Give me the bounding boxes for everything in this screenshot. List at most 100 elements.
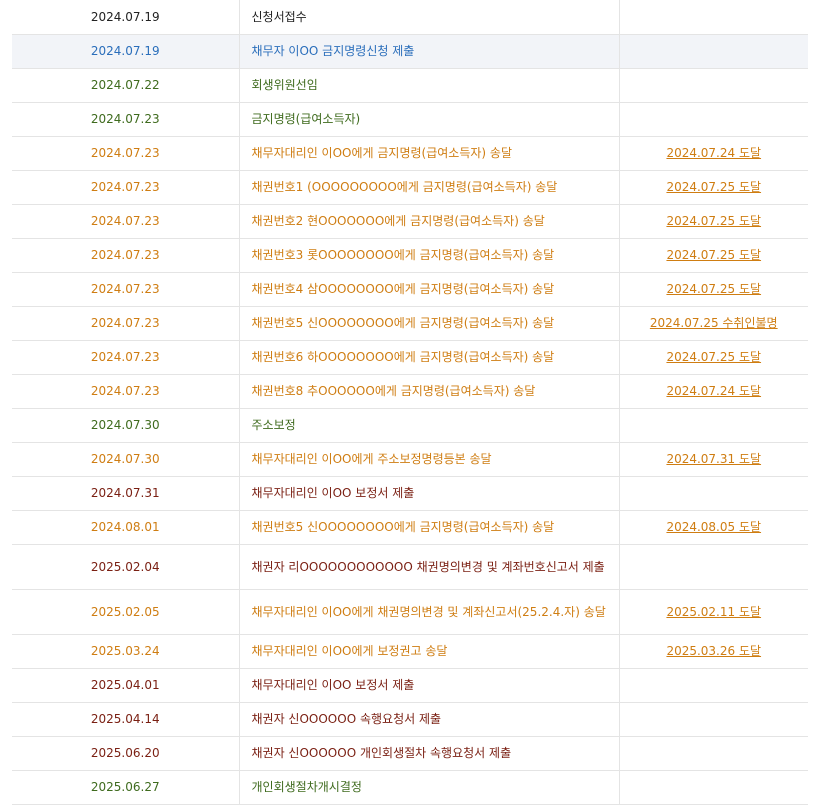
row-date: 2024.07.23 xyxy=(12,169,240,205)
row-content: 채무자대리인 이OO에게 금지명령(급여소득자) 송달 xyxy=(239,135,620,171)
row-result: 2025.02.11 도달 xyxy=(619,588,808,635)
row-result xyxy=(619,101,808,137)
row-content: 채권번호1 (OOOOOOOOO에게 금지명령(급여소득자) 송달 xyxy=(239,169,620,205)
row-date: 2024.07.30 xyxy=(12,407,240,443)
row-content: 채무자대리인 이OO 보정서 제출 xyxy=(239,475,620,511)
delivery-result-link[interactable]: 2024.08.05 도달 xyxy=(666,520,761,534)
row-content: 채무자 이OO 금지명령신청 제출 xyxy=(239,33,620,69)
table-row: 2024.08.01 채권번호5 신OOOOOOOO에게 금지명령(급여소득자) … xyxy=(12,509,808,545)
table-row: 2024.07.23 채권번호5 신OOOOOOOO에게 금지명령(급여소득자) … xyxy=(12,305,808,341)
row-date: 2025.04.01 xyxy=(12,667,240,703)
row-content: 개인회생절차개시결정 xyxy=(239,769,620,805)
row-result: 2024.07.25 도달 xyxy=(619,169,808,205)
table-row: 2024.07.23 금지명령(급여소득자) xyxy=(12,101,808,137)
row-result: 2024.07.24 도달 xyxy=(619,135,808,171)
row-content: 채권자 리OOOOOOOOOOOO 채권명의변경 및 계좌번호신고서 제출 xyxy=(239,543,620,590)
table-row: 2024.07.30 채무자대리인 이OO에게 주소보정명령등본 송달 2024.0… xyxy=(12,441,808,477)
row-content: 주소보정 xyxy=(239,407,620,443)
table-row: 2025.03.24 채무자대리인 이OO에게 보정권고 송달 2025.03.26… xyxy=(12,633,808,669)
row-content: 신청서접수 xyxy=(239,0,620,35)
row-content: 채권자 신OOOOOO 개인회생절차 속행요청서 제출 xyxy=(239,735,620,771)
row-date: 2024.07.23 xyxy=(12,101,240,137)
row-content: 채권번호6 하OOOOOOOO에게 금지명령(급여소득자) 송달 xyxy=(239,339,620,375)
delivery-result-link[interactable]: 2024.07.25 도달 xyxy=(666,214,761,228)
case-history-body: 2024.07.19 신청서접수 2024.07.19 채무자 이OO 금지명령신청 … xyxy=(12,0,808,805)
row-result xyxy=(619,701,808,737)
table-row: 2024.07.31 채무자대리인 이OO 보정서 제출 xyxy=(12,475,808,511)
row-date: 2024.07.23 xyxy=(12,305,240,341)
row-content: 채무자대리인 이OO에게 주소보정명령등본 송달 xyxy=(239,441,620,477)
table-row: 2024.07.23 채권번호8 추OOOOOO에게 금지명령(급여소득자) 송달… xyxy=(12,373,808,409)
table-row: 2025.02.05 채무자대리인 이OO에게 채권명의변경 및 계좌신고서(25… xyxy=(12,588,808,635)
case-history-table: 2024.07.19 신청서접수 2024.07.19 채무자 이OO 금지명령신청 … xyxy=(12,0,808,805)
row-date: 2025.04.14 xyxy=(12,701,240,737)
row-result: 2024.07.25 도달 xyxy=(619,339,808,375)
row-content: 채권번호4 삼OOOOOOOO에게 금지명령(급여소득자) 송달 xyxy=(239,271,620,307)
row-date: 2024.07.31 xyxy=(12,475,240,511)
table-row: 2025.04.01 채무자대리인 이OO 보정서 제출 xyxy=(12,667,808,703)
table-row: 2025.06.20 채권자 신OOOOOO 개인회생절차 속행요청서 제출 xyxy=(12,735,808,771)
table-row: 2024.07.22 회생위원선임 xyxy=(12,67,808,103)
row-result xyxy=(619,67,808,103)
row-date: 2024.07.23 xyxy=(12,237,240,273)
table-row: 2025.02.04 채권자 리OOOOOOOOOOOO 채권명의변경 및 계좌번… xyxy=(12,543,808,590)
row-content: 채무자대리인 이OO에게 보정권고 송달 xyxy=(239,633,620,669)
row-date: 2024.07.23 xyxy=(12,203,240,239)
table-row: 2024.07.19 채무자 이OO 금지명령신청 제출 xyxy=(12,33,808,69)
delivery-result-link[interactable]: 2025.03.26 도달 xyxy=(666,644,761,658)
table-row: 2024.07.23 채권번호6 하OOOOOOOO에게 금지명령(급여소득자) … xyxy=(12,339,808,375)
row-date: 2024.07.19 xyxy=(12,33,240,69)
delivery-result-link[interactable]: 2024.07.24 도달 xyxy=(666,384,761,398)
delivery-result-link[interactable]: 2024.07.25 도달 xyxy=(666,180,761,194)
table-row: 2025.06.27 개인회생절차개시결정 xyxy=(12,769,808,805)
row-result xyxy=(619,0,808,35)
row-result: 2024.07.24 도달 xyxy=(619,373,808,409)
row-result xyxy=(619,735,808,771)
row-content: 채권번호3 롯OOOOOOOO에게 금지명령(급여소득자) 송달 xyxy=(239,237,620,273)
row-content: 회생위원선임 xyxy=(239,67,620,103)
delivery-result-link[interactable]: 2024.07.25 도달 xyxy=(666,282,761,296)
table-row: 2025.04.14 채권자 신OOOOOO 속행요청서 제출 xyxy=(12,701,808,737)
row-date: 2024.07.19 xyxy=(12,0,240,35)
delivery-result-link[interactable]: 2025.02.11 도달 xyxy=(666,605,761,619)
table-row: 2024.07.23 채권번호2 현OOOOOOO에게 금지명령(급여소득자) 송… xyxy=(12,203,808,239)
row-result xyxy=(619,407,808,443)
row-date: 2025.02.04 xyxy=(12,543,240,590)
row-date: 2025.03.24 xyxy=(12,633,240,669)
table-row: 2024.07.23 채무자대리인 이OO에게 금지명령(급여소득자) 송달 202… xyxy=(12,135,808,171)
row-date: 2024.07.23 xyxy=(12,339,240,375)
table-row: 2024.07.19 신청서접수 xyxy=(12,0,808,35)
row-date: 2024.07.22 xyxy=(12,67,240,103)
table-row: 2024.07.23 채권번호1 (OOOOOOOOO에게 금지명령(급여소득자)… xyxy=(12,169,808,205)
row-result: 2025.03.26 도달 xyxy=(619,633,808,669)
table-row: 2024.07.23 채권번호4 삼OOOOOOOO에게 금지명령(급여소득자) … xyxy=(12,271,808,307)
row-date: 2024.07.23 xyxy=(12,271,240,307)
row-content: 채권번호2 현OOOOOOO에게 금지명령(급여소득자) 송달 xyxy=(239,203,620,239)
row-result xyxy=(619,475,808,511)
row-content: 채무자대리인 이OO 보정서 제출 xyxy=(239,667,620,703)
row-content: 채권번호5 신OOOOOOOO에게 금지명령(급여소득자) 송달 xyxy=(239,305,620,341)
delivery-result-link[interactable]: 2024.07.25 도달 xyxy=(666,350,761,364)
table-row: 2024.07.30 주소보정 xyxy=(12,407,808,443)
row-content: 채권번호5 신OOOOOOOO에게 금지명령(급여소득자) 송달 xyxy=(239,509,620,545)
row-date: 2024.07.30 xyxy=(12,441,240,477)
delivery-result-link[interactable]: 2024.07.31 도달 xyxy=(666,452,761,466)
row-content: 금지명령(급여소득자) xyxy=(239,101,620,137)
row-content: 채무자대리인 이OO에게 채권명의변경 및 계좌신고서(25.2.4.자) 송달 xyxy=(239,588,620,635)
row-result xyxy=(619,33,808,69)
delivery-result-link[interactable]: 2024.07.25 수취인불명 xyxy=(650,316,778,330)
row-date: 2024.08.01 xyxy=(12,509,240,545)
row-date: 2025.06.27 xyxy=(12,769,240,805)
row-result xyxy=(619,543,808,590)
row-result: 2024.07.31 도달 xyxy=(619,441,808,477)
row-content: 채권번호8 추OOOOOO에게 금지명령(급여소득자) 송달 xyxy=(239,373,620,409)
row-date: 2025.06.20 xyxy=(12,735,240,771)
table-row: 2024.07.23 채권번호3 롯OOOOOOOO에게 금지명령(급여소득자) … xyxy=(12,237,808,273)
delivery-result-link[interactable]: 2024.07.24 도달 xyxy=(666,146,761,160)
row-result: 2024.07.25 도달 xyxy=(619,237,808,273)
row-result xyxy=(619,667,808,703)
delivery-result-link[interactable]: 2024.07.25 도달 xyxy=(666,248,761,262)
row-date: 2025.02.05 xyxy=(12,588,240,635)
row-result: 2024.07.25 수취인불명 xyxy=(619,305,808,341)
row-result: 2024.07.25 도달 xyxy=(619,271,808,307)
